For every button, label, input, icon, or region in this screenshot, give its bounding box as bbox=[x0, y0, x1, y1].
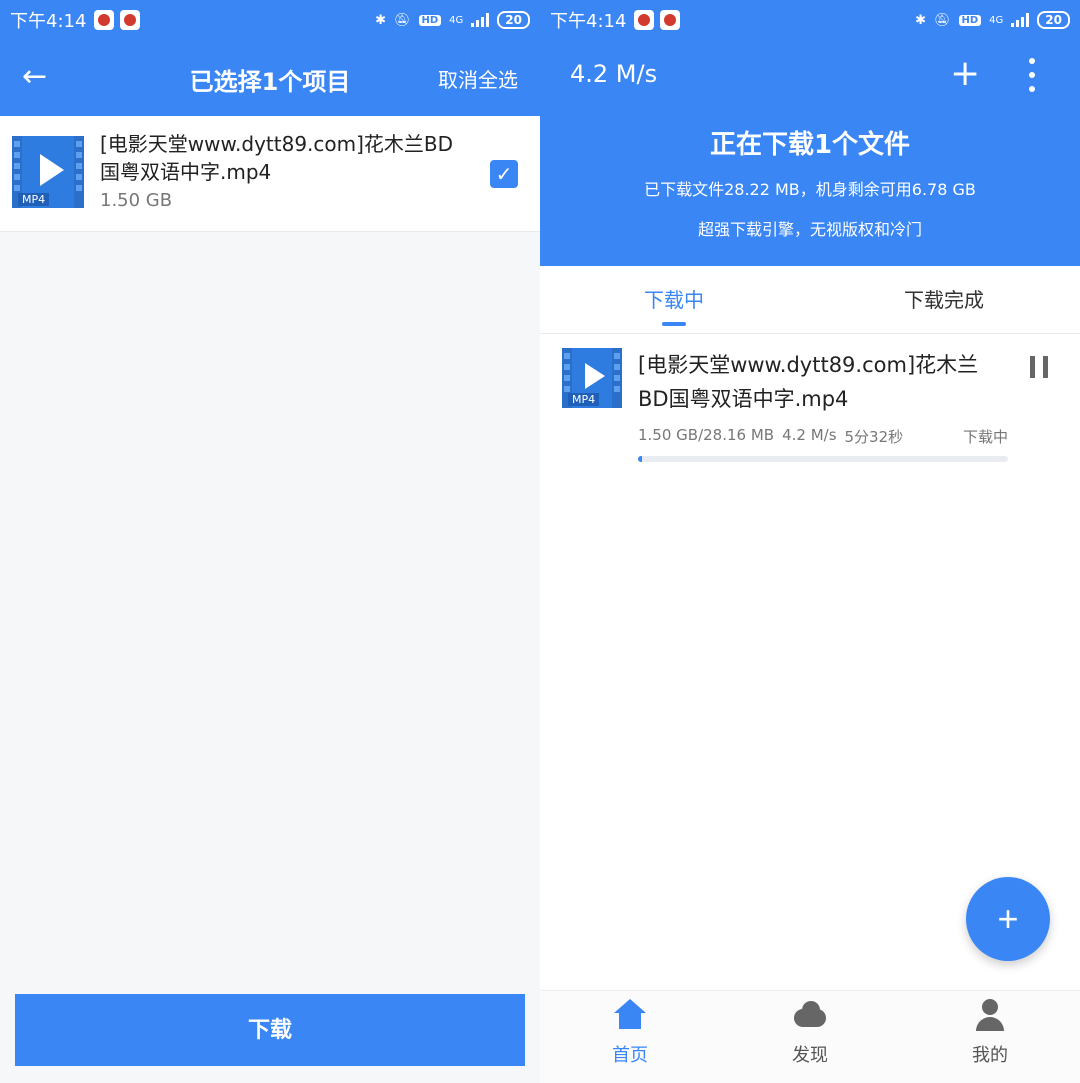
selection-screen: 下午4:14 ✱ 🔕︎ HD 4G 20 ← 已选择1个项目 取消全选 MP4 … bbox=[0, 0, 540, 1083]
video-file-icon: MP4 bbox=[562, 348, 622, 408]
bluetooth-icon: ✱ bbox=[915, 12, 926, 28]
nav-discover[interactable]: 发现 bbox=[750, 999, 870, 1067]
file-type-tag: MP4 bbox=[568, 393, 600, 406]
hd-icon: HD bbox=[958, 14, 982, 26]
mute-icon: 🔕︎ bbox=[933, 12, 951, 28]
home-icon bbox=[610, 999, 650, 1031]
notification-icon bbox=[660, 10, 681, 30]
deselect-all-button[interactable]: 取消全选 bbox=[438, 64, 518, 93]
download-progress-bar bbox=[638, 456, 1008, 462]
download-tabs: 下载中 下载完成 bbox=[540, 266, 1080, 334]
signal-icon bbox=[1011, 13, 1030, 27]
cloud-icon bbox=[790, 999, 830, 1031]
user-icon bbox=[970, 999, 1010, 1031]
notification-icon bbox=[634, 10, 655, 30]
select-checkbox[interactable]: ✓ bbox=[490, 160, 518, 188]
battery-icon: 20 bbox=[497, 11, 530, 29]
download-speed: 4.2 M/s bbox=[570, 60, 658, 88]
status-time: 下午4:14 bbox=[10, 11, 87, 32]
signal-icon bbox=[471, 13, 490, 27]
mute-icon: 🔕︎ bbox=[393, 12, 411, 28]
engine-slogan: 超强下载引擎，无视版权和冷门 bbox=[697, 220, 922, 239]
nav-home[interactable]: 首页 bbox=[570, 999, 690, 1067]
downloads-header: 下午4:14 ✱ 🔕︎ HD 4G 20 4.2 M/s + 正在下载1个文件 … bbox=[540, 0, 1080, 266]
downloads-screen: 下午4:14 ✱ 🔕︎ HD 4G 20 4.2 M/s + 正在下载1个文件 … bbox=[540, 0, 1080, 1083]
file-name: [电影天堂www.dytt89.com]花木兰BD国粤双语中字.mp4 bbox=[100, 132, 454, 184]
download-progress-text: 1.50 GB/28.16 MB bbox=[638, 426, 775, 444]
download-button[interactable]: 下载 bbox=[15, 994, 525, 1066]
item-speed: 4.2 M/s bbox=[782, 426, 837, 444]
status-bar: 下午4:14 ✱ 🔕︎ HD 4G 20 bbox=[540, 0, 1080, 40]
pause-icon[interactable] bbox=[1030, 356, 1048, 378]
notification-icon bbox=[94, 10, 115, 30]
tab-completed[interactable]: 下载完成 bbox=[904, 284, 984, 313]
list-item[interactable]: MP4 [电影天堂www.dytt89.com]花木兰BD国粤双语中字.mp4 … bbox=[0, 116, 540, 232]
network-type: 4G bbox=[449, 14, 464, 26]
nav-profile[interactable]: 我的 bbox=[930, 999, 1050, 1067]
battery-icon: 20 bbox=[1037, 11, 1070, 29]
time-remaining: 5分32秒 bbox=[844, 428, 904, 446]
hd-icon: HD bbox=[418, 14, 442, 26]
status-indicators: ✱ 🔕︎ HD 4G 20 bbox=[915, 11, 1070, 29]
status-indicators: ✱ 🔕︎ HD 4G 20 bbox=[375, 11, 530, 29]
notification-icon bbox=[120, 10, 141, 30]
active-tab-indicator bbox=[662, 322, 686, 326]
nav-label: 发现 bbox=[792, 1045, 828, 1066]
nav-label: 首页 bbox=[612, 1045, 648, 1066]
add-download-button[interactable]: + bbox=[966, 877, 1050, 961]
nav-label: 我的 bbox=[972, 1045, 1008, 1066]
add-task-icon[interactable]: + bbox=[950, 56, 980, 92]
video-file-icon: MP4 bbox=[12, 136, 84, 208]
storage-summary: 已下载文件28.22 MB，机身剩余可用6.78 GB bbox=[644, 180, 976, 199]
downloading-title: 正在下载1个文件 bbox=[709, 130, 911, 160]
progress-fill bbox=[638, 456, 642, 462]
status-bar: 下午4:14 ✱ 🔕︎ HD 4G 20 bbox=[0, 0, 540, 40]
selection-header: 下午4:14 ✱ 🔕︎ HD 4G 20 ← 已选择1个项目 取消全选 bbox=[0, 0, 540, 116]
bottom-navigation: 首页 发现 我的 bbox=[540, 990, 1080, 1083]
status-time: 下午4:14 bbox=[550, 11, 627, 32]
download-item[interactable]: MP4 [电影天堂www.dytt89.com]花木兰BD国粤双语中字.mp4 … bbox=[540, 334, 1080, 484]
file-size: 1.50 GB bbox=[100, 190, 173, 211]
file-type-tag: MP4 bbox=[18, 193, 50, 206]
more-options-icon[interactable] bbox=[1025, 58, 1039, 92]
network-type: 4G bbox=[989, 14, 1004, 26]
download-status: 下载中 bbox=[962, 428, 1008, 446]
file-name: [电影天堂www.dytt89.com]花木兰BD国粤双语中字.mp4 bbox=[638, 353, 979, 411]
download-meta: 1.50 GB/28.16 MB 4.2 M/s 5分32秒 下载中 bbox=[638, 426, 1008, 447]
bluetooth-icon: ✱ bbox=[375, 12, 386, 28]
tab-downloading[interactable]: 下载中 bbox=[644, 284, 704, 313]
